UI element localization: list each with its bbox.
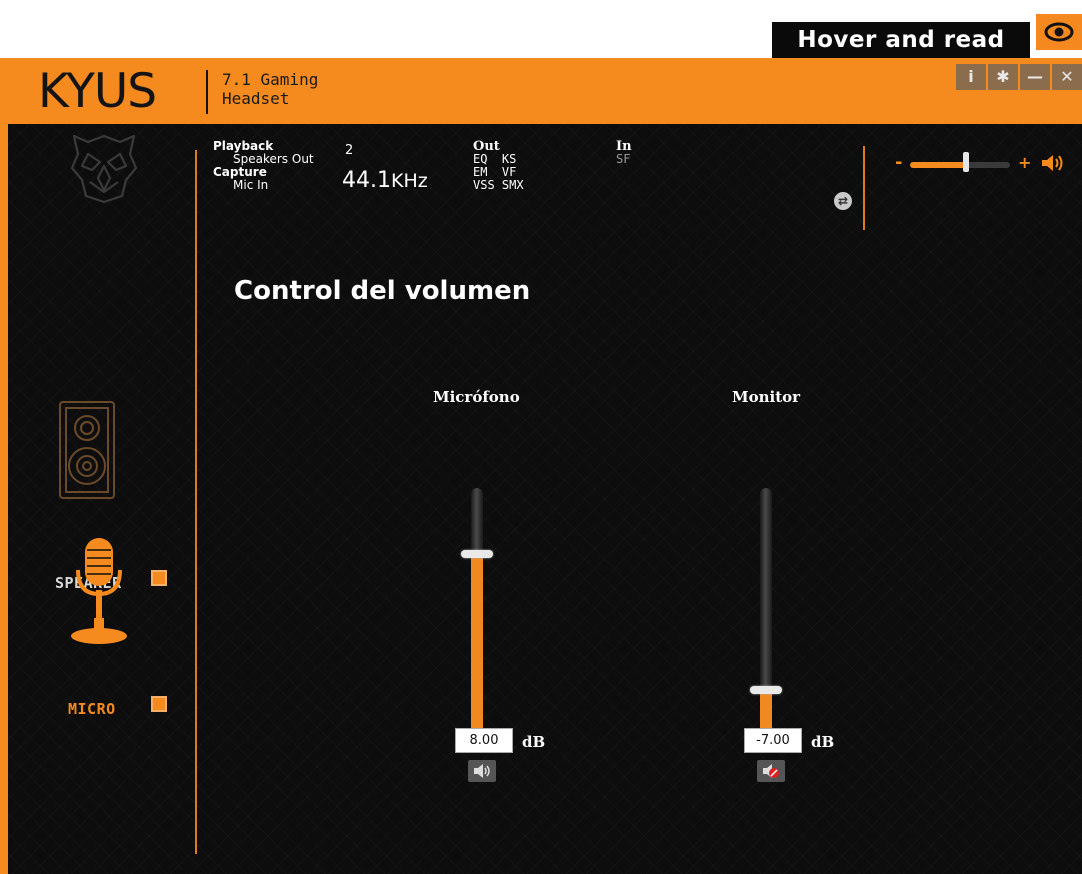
- mic-slider-title: Micrófono: [433, 388, 520, 406]
- device-micro-label[interactable]: MICRO: [68, 700, 116, 718]
- volume-icon: [474, 764, 490, 778]
- app-window: KYUS 7.1 Gaming Headset i ✱ — ✕ Playback…: [0, 58, 1082, 874]
- monitor-volume-slider[interactable]: [760, 488, 772, 740]
- io-info: Playback Speakers Out Capture Mic In: [213, 140, 314, 192]
- speaker-cabinet-icon[interactable]: [56, 400, 118, 500]
- sample-rate-value: 44.1: [342, 168, 391, 193]
- reset-button[interactable]: ⇄: [834, 192, 852, 210]
- mic-volume-fill: [471, 554, 483, 740]
- master-volume-plus[interactable]: +: [1018, 155, 1031, 171]
- main-panel: Playback Speakers Out Capture Mic In 2 4…: [8, 124, 1082, 874]
- mic-db-input[interactable]: 8.00: [455, 728, 513, 753]
- mic-volume-slider[interactable]: [471, 488, 483, 740]
- in-effects-row-1: SF: [616, 152, 631, 166]
- hover-and-read-label[interactable]: Hover and read: [772, 22, 1030, 58]
- master-volume-slider[interactable]: [910, 162, 1010, 168]
- capture-device: Mic In: [233, 178, 269, 192]
- brand-mask-icon: [70, 134, 138, 204]
- sample-rate: 44.1KHz: [342, 168, 428, 193]
- device-speaker-checkbox[interactable]: [151, 570, 167, 586]
- speaker-icon[interactable]: [1040, 154, 1066, 172]
- close-icon[interactable]: ✕: [1052, 64, 1082, 90]
- page-title: Control del volumen: [234, 276, 531, 306]
- monitor-mute-button[interactable]: [757, 760, 785, 782]
- output-effects: Out EQ KS EM VF VSS SMX: [473, 140, 524, 192]
- monitor-db-unit: dB: [811, 733, 835, 751]
- mic-mute-button[interactable]: [468, 760, 496, 782]
- eye-icon[interactable]: [1036, 14, 1082, 50]
- out-effects-row-3: VSS SMX: [473, 178, 524, 192]
- info-icon[interactable]: i: [956, 64, 986, 90]
- master-volume-thumb[interactable]: [963, 152, 969, 172]
- master-divider: [863, 146, 865, 230]
- window-controls: i ✱ — ✕: [954, 64, 1082, 90]
- mic-db-unit: dB: [522, 733, 546, 751]
- input-effects: In SF: [616, 140, 632, 166]
- master-volume-minus[interactable]: -: [895, 154, 902, 172]
- sidebar-divider: [195, 150, 197, 854]
- playback-label: Playback: [213, 139, 274, 153]
- monitor-slider-title: Monitor: [732, 388, 801, 406]
- capture-label: Capture: [213, 165, 267, 179]
- device-micro-checkbox[interactable]: [151, 696, 167, 712]
- subtitle-line-1: 7.1 Gaming: [222, 70, 319, 89]
- microphone-icon[interactable]: [68, 536, 130, 646]
- app-logo: KYUS: [38, 64, 157, 119]
- monitor-db-input[interactable]: -7.00: [744, 728, 802, 753]
- muted-icon: [763, 764, 779, 778]
- logo-divider: [206, 70, 208, 114]
- gear-icon[interactable]: ✱: [988, 64, 1018, 90]
- sample-rate-unit: KHz: [390, 170, 428, 192]
- monitor-volume-thumb[interactable]: [750, 686, 782, 694]
- minimize-icon[interactable]: —: [1020, 64, 1050, 90]
- mic-volume-thumb[interactable]: [461, 550, 493, 558]
- title-bar[interactable]: KYUS 7.1 Gaming Headset i ✱ — ✕: [0, 58, 1082, 124]
- channel-count: 2: [345, 143, 354, 158]
- subtitle-line-2: Headset: [222, 89, 290, 108]
- hover-banner: Hover and read: [0, 0, 1082, 58]
- app-subtitle: 7.1 Gaming Headset: [222, 70, 318, 108]
